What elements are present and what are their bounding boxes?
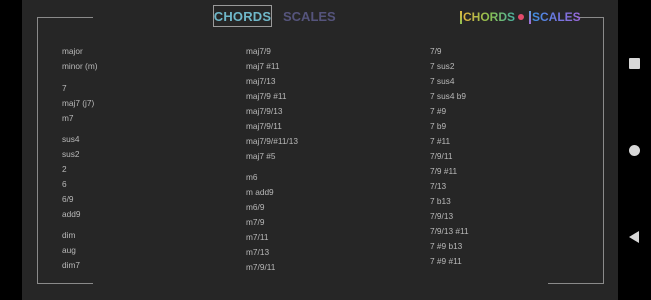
logo-chords-text: CHORDS (463, 10, 516, 24)
chord-item[interactable]: sus4 (62, 134, 80, 144)
chord-column-3-viewport[interactable]: 7/9 7 sus2 7 sus4 7 sus4 b9 7 #9 7 b9 7 #11 7/9… (428, 36, 508, 272)
chord-item[interactable]: 7/9/11 (430, 151, 452, 161)
recent-apps-icon[interactable] (629, 58, 640, 69)
chord-item[interactable]: maj7/9 #11 (246, 91, 286, 101)
chord-item[interactable]: m7 (62, 113, 74, 123)
chord-item[interactable]: m7/9 (246, 217, 264, 227)
frame-line (603, 17, 604, 284)
chord-item[interactable]: maj7/9/11 (246, 121, 282, 131)
chord-item[interactable]: 7 sus4 b9 (430, 91, 466, 101)
chord-item[interactable]: maj7/9 (246, 46, 271, 56)
frame-line (548, 283, 604, 284)
chord-item[interactable]: m6 (246, 172, 258, 182)
chord-item[interactable]: minor (m) (62, 61, 98, 71)
chord-item[interactable]: 7/9/13 #11 (430, 226, 469, 236)
chord-item[interactable]: maj7/13 (246, 76, 276, 86)
chord-item[interactable]: 7 #9 (430, 106, 446, 116)
chord-item[interactable]: m7/11 (246, 232, 268, 242)
chord-item[interactable]: m add9 (246, 187, 274, 197)
frame-line (37, 283, 93, 284)
frame-line (37, 17, 93, 18)
chord-item[interactable]: 6/9 (62, 194, 74, 204)
chord-item[interactable]: maj7 (j7) (62, 98, 94, 108)
logo-dot-icon (518, 14, 525, 20)
chord-item[interactable]: maj7/9/13 (246, 106, 282, 116)
chord-item[interactable]: sus2 (62, 149, 80, 159)
logo-scales-text: SCALES (532, 10, 581, 24)
chord-item[interactable]: aug (62, 245, 76, 255)
chord-item[interactable]: 7 b9 #11 (430, 271, 462, 272)
chord-item[interactable]: maj7/9/#11/13 (246, 136, 298, 146)
frame-line (37, 17, 38, 284)
chord-item[interactable]: 7 (62, 83, 67, 93)
chord-item[interactable]: 7/9 #11 (430, 166, 457, 176)
chord-item[interactable]: m6/9 (246, 202, 264, 212)
app-background (22, 0, 618, 300)
chord-item[interactable]: 7/9 (430, 46, 442, 56)
chord-item[interactable]: 7 #9 b13 (430, 241, 462, 251)
chord-item[interactable]: major (62, 46, 83, 56)
chord-item[interactable]: 7 b9 (430, 121, 446, 131)
tab-chords[interactable]: CHORDS (213, 5, 272, 27)
chord-item[interactable]: 7 sus4 (430, 76, 454, 86)
chord-item[interactable]: 7/13 (430, 181, 446, 191)
frame-line (577, 17, 604, 18)
chord-item[interactable]: m7/13 (246, 247, 269, 257)
chord-item[interactable]: dim7 (62, 260, 80, 270)
chord-item[interactable]: 7 sus2 (430, 61, 454, 71)
home-icon[interactable] (629, 145, 640, 156)
chord-item[interactable]: 6 (62, 179, 67, 189)
tab-scales[interactable]: SCALES (283, 5, 336, 27)
chord-item[interactable]: add9 (62, 209, 80, 219)
logo-bar-icon (529, 10, 532, 24)
app-logo: CHORDS SCALES (460, 9, 581, 25)
logo-bar-icon (460, 10, 462, 24)
back-icon[interactable] (629, 231, 639, 243)
chord-item[interactable]: maj7 #11 (246, 61, 280, 71)
chord-item[interactable]: maj7 #5 (246, 151, 276, 161)
chord-item[interactable]: 2 (62, 164, 67, 174)
chord-item[interactable]: 7 #11 (430, 136, 450, 146)
chord-item[interactable]: 7 b13 (430, 196, 451, 206)
chord-item[interactable]: dim (62, 230, 75, 240)
chord-item[interactable]: m7/9/11 (246, 262, 275, 272)
chord-item[interactable]: 7/9/13 (430, 211, 453, 221)
chord-item[interactable]: 7 #9 #11 (430, 256, 462, 266)
